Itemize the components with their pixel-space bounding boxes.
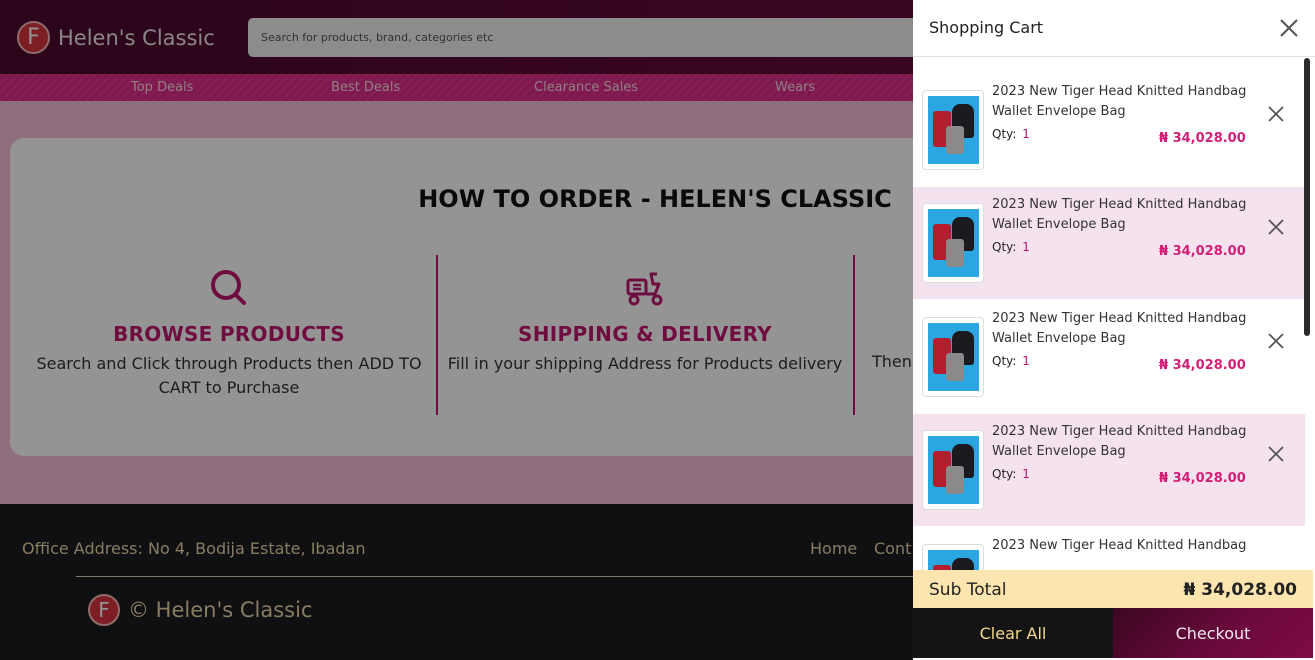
product-thumbnail[interactable] — [922, 317, 984, 397]
cart-item: 2023 New Tiger Head Knitted Handbag Wall… — [913, 187, 1305, 299]
modal-backdrop[interactable] — [0, 0, 913, 660]
qty-label: Qty: — [992, 127, 1017, 141]
qty-value: 1 — [1022, 467, 1030, 481]
cart-scrollbar[interactable] — [1304, 58, 1310, 570]
item-price: ₦ 34,028.00 — [1159, 131, 1246, 146]
subtotal-bar: Sub Total ₦ 34,028.00 — [913, 570, 1313, 608]
product-name[interactable]: 2023 New Tiger Head Knitted Handbag — [992, 536, 1262, 556]
item-price: ₦ 34,028.00 — [1159, 471, 1246, 486]
qty-label: Qty: — [992, 354, 1017, 368]
product-thumbnail[interactable] — [922, 203, 984, 283]
subtotal-value: ₦ 34,028.00 — [1183, 580, 1297, 600]
product-name[interactable]: 2023 New Tiger Head Knitted Handbag Wall… — [992, 195, 1262, 235]
remove-item-icon[interactable] — [1266, 444, 1286, 464]
checkout-button[interactable]: Checkout — [1113, 608, 1313, 658]
scrollbar-thumb[interactable] — [1304, 58, 1310, 336]
clear-all-button[interactable]: Clear All — [913, 608, 1113, 658]
cart-item: 2023 New Tiger Head Knitted Handbag — [913, 528, 1305, 570]
subtotal-label: Sub Total — [929, 580, 1007, 600]
remove-item-icon[interactable] — [1266, 331, 1286, 351]
item-quantity: Qty: 1 — [992, 354, 1030, 368]
product-thumbnail[interactable] — [922, 544, 984, 570]
qty-value: 1 — [1022, 354, 1030, 368]
qty-value: 1 — [1022, 240, 1030, 254]
product-name[interactable]: 2023 New Tiger Head Knitted Handbag Wall… — [992, 82, 1262, 122]
item-quantity: Qty: 1 — [992, 127, 1030, 141]
cart-header: Shopping Cart — [913, 0, 1315, 57]
item-quantity: Qty: 1 — [992, 240, 1030, 254]
product-name[interactable]: 2023 New Tiger Head Knitted Handbag Wall… — [992, 309, 1262, 349]
qty-label: Qty: — [992, 240, 1017, 254]
qty-value: 1 — [1022, 127, 1030, 141]
product-thumbnail[interactable] — [922, 430, 984, 510]
cart-item: 2023 New Tiger Head Knitted Handbag Wall… — [913, 74, 1305, 186]
product-name[interactable]: 2023 New Tiger Head Knitted Handbag Wall… — [992, 422, 1262, 462]
shopping-cart-drawer: Shopping Cart 2023 New Tiger Head Knitte… — [913, 0, 1315, 660]
remove-item-icon[interactable] — [1266, 104, 1286, 124]
cart-item: 2023 New Tiger Head Knitted Handbag Wall… — [913, 414, 1305, 526]
cart-item: 2023 New Tiger Head Knitted Handbag Wall… — [913, 301, 1305, 413]
cart-items-list[interactable]: 2023 New Tiger Head Knitted Handbag Wall… — [913, 74, 1305, 570]
item-price: ₦ 34,028.00 — [1159, 358, 1246, 373]
remove-item-icon[interactable] — [1266, 217, 1286, 237]
product-thumbnail[interactable] — [922, 90, 984, 170]
item-quantity: Qty: 1 — [992, 467, 1030, 481]
close-icon[interactable] — [1277, 16, 1301, 40]
qty-label: Qty: — [992, 467, 1017, 481]
item-price: ₦ 34,028.00 — [1159, 244, 1246, 259]
cart-title: Shopping Cart — [929, 18, 1044, 37]
